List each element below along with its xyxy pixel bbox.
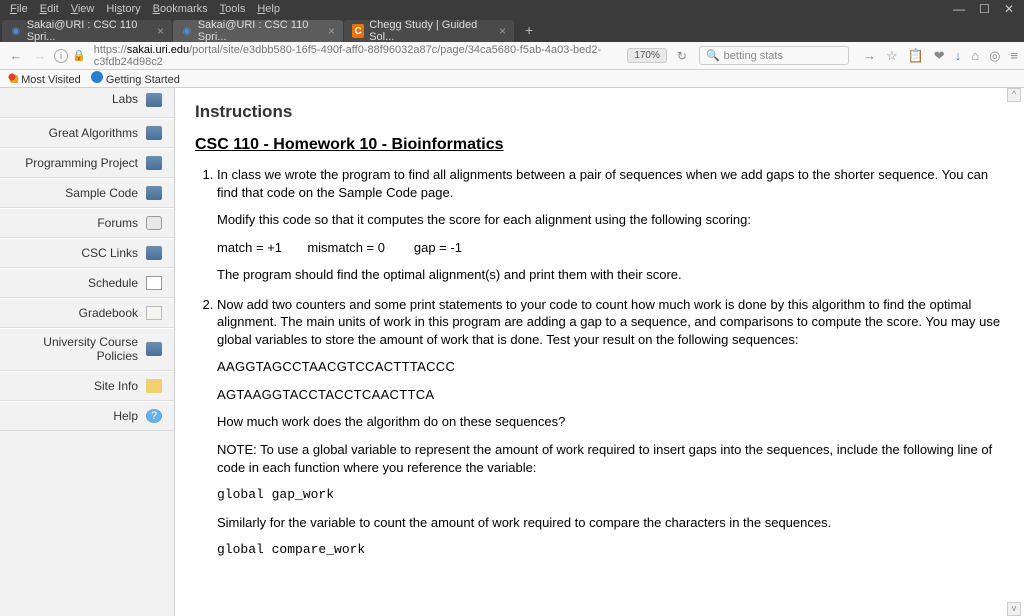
sync-icon[interactable]: ◎ bbox=[989, 48, 1000, 64]
book-icon bbox=[146, 126, 162, 140]
bookmark-star-icon[interactable]: ☆ bbox=[886, 48, 898, 64]
window-minimize-icon[interactable]: — bbox=[953, 2, 965, 16]
instruction-text: The program should find the optimal alig… bbox=[217, 266, 1004, 284]
gradebook-icon bbox=[146, 306, 162, 320]
sequence-1: AAGGTAGCCTAACGTCCACTTTACCC bbox=[217, 358, 1004, 376]
instruction-text: Modify this code so that it computes the… bbox=[217, 211, 1004, 229]
sidebar-item-labs[interactable]: Labs bbox=[0, 88, 174, 118]
sidebar-item-gradebook[interactable]: Gradebook bbox=[0, 298, 174, 328]
search-input[interactable]: 🔍 betting stats bbox=[699, 46, 849, 65]
url-bar: ← → i 🔒 https://sakai.uri.edu/portal/sit… bbox=[0, 42, 1024, 70]
clipboard-icon[interactable]: 📋 bbox=[908, 48, 924, 64]
note-text: NOTE: To use a global variable to repres… bbox=[217, 441, 1004, 476]
tab-label: Sakai@URI : CSC 110 Spri... bbox=[27, 19, 146, 43]
sakai-icon: ◉ bbox=[181, 24, 193, 38]
book-icon bbox=[146, 156, 162, 170]
calendar-icon bbox=[146, 276, 162, 290]
book-icon bbox=[146, 342, 162, 356]
new-tab-button[interactable]: + bbox=[515, 22, 543, 38]
search-icon: 🔍 bbox=[706, 49, 720, 62]
pocket-icon[interactable]: ❤ bbox=[934, 48, 945, 64]
sidebar-item-schedule[interactable]: Schedule bbox=[0, 268, 174, 298]
content-area: ^ v Instructions CSC 110 - Homework 10 -… bbox=[175, 88, 1024, 616]
folder-icon bbox=[146, 379, 162, 393]
bookmarks-toolbar: Most Visited Getting Started bbox=[0, 70, 1024, 88]
sequence-2: AGTAAGGTACCTACCTCAACTTCA bbox=[217, 386, 1004, 404]
tab-sakai-2[interactable]: ◉ Sakai@URI : CSC 110 Spri... × bbox=[173, 20, 343, 42]
back-button[interactable]: ← bbox=[6, 48, 26, 63]
sidebar-item-forums[interactable]: Forums bbox=[0, 208, 174, 238]
sidebar-item-site-info[interactable]: Site Info bbox=[0, 371, 174, 401]
instruction-list: In class we wrote the program to find al… bbox=[195, 166, 1004, 559]
book-icon bbox=[146, 93, 162, 107]
chegg-icon: C bbox=[352, 24, 364, 38]
lock-icon: 🔒 bbox=[72, 49, 86, 62]
book-icon bbox=[146, 246, 162, 260]
menu-view[interactable]: View bbox=[65, 3, 101, 15]
sidebar-item-great-algorithms[interactable]: Great Algorithms bbox=[0, 118, 174, 148]
menu-history[interactable]: History bbox=[100, 3, 146, 15]
tab-label: Chegg Study | Guided Sol... bbox=[369, 19, 488, 43]
instruction-item-1: In class we wrote the program to find al… bbox=[217, 166, 1004, 284]
chat-icon bbox=[146, 216, 162, 230]
sidebar-item-university-policies[interactable]: University Course Policies bbox=[0, 328, 174, 371]
tab-chegg[interactable]: C Chegg Study | Guided Sol... × bbox=[344, 20, 514, 42]
menu-bar: File Edit View History Bookmarks Tools H… bbox=[0, 0, 1024, 18]
window-close-icon[interactable]: ✕ bbox=[1004, 2, 1014, 16]
book-icon bbox=[146, 186, 162, 200]
scoring-values: match = +1 mismatch = 0 gap = -1 bbox=[217, 239, 1004, 257]
question-text: How much work does the algorithm do on t… bbox=[217, 413, 1004, 431]
forward-button[interactable]: → bbox=[30, 48, 50, 63]
self-link-icon[interactable]: → bbox=[863, 48, 876, 63]
sidebar: Labs Great Algorithms Programming Projec… bbox=[0, 88, 175, 616]
tab-close-icon[interactable]: × bbox=[328, 24, 335, 38]
main-area: Labs Great Algorithms Programming Projec… bbox=[0, 88, 1024, 616]
url-input[interactable]: https://sakai.uri.edu/portal/site/e3dbb5… bbox=[90, 44, 624, 68]
menu-bookmarks[interactable]: Bookmarks bbox=[147, 3, 214, 15]
sidebar-item-csc-links[interactable]: CSC Links bbox=[0, 238, 174, 268]
menu-help[interactable]: Help bbox=[251, 3, 286, 15]
downloads-icon[interactable]: ↓ bbox=[955, 48, 962, 63]
home-icon[interactable]: ⌂ bbox=[971, 48, 979, 63]
menu-tools[interactable]: Tools bbox=[214, 3, 252, 15]
tab-close-icon[interactable]: × bbox=[157, 24, 164, 38]
homework-title: CSC 110 - Homework 10 - Bioinformatics bbox=[195, 136, 1004, 154]
code-line-2: global compare_work bbox=[217, 541, 1004, 559]
instructions-heading: Instructions bbox=[195, 102, 1004, 122]
site-info-icon[interactable]: i bbox=[54, 49, 68, 63]
window-maximize-icon[interactable]: ☐ bbox=[979, 2, 990, 16]
menu-icon[interactable]: ≡ bbox=[1010, 48, 1018, 63]
help-icon: ? bbox=[146, 409, 162, 423]
tab-close-icon[interactable]: × bbox=[499, 24, 506, 38]
bookmark-getting-started[interactable]: Getting Started bbox=[91, 71, 180, 86]
sakai-icon: ◉ bbox=[10, 24, 22, 38]
menu-file[interactable]: File bbox=[4, 3, 34, 15]
sidebar-item-sample-code[interactable]: Sample Code bbox=[0, 178, 174, 208]
most-visited-icon bbox=[6, 71, 18, 83]
tab-strip: ◉ Sakai@URI : CSC 110 Spri... × ◉ Sakai@… bbox=[0, 18, 1024, 42]
zoom-level[interactable]: 170% bbox=[627, 48, 667, 63]
scroll-down-button[interactable]: v bbox=[1007, 602, 1021, 616]
instruction-item-2: Now add two counters and some print stat… bbox=[217, 296, 1004, 559]
getting-started-icon bbox=[91, 71, 103, 83]
similar-text: Similarly for the variable to count the … bbox=[217, 514, 1004, 532]
sidebar-item-help[interactable]: Help? bbox=[0, 401, 174, 431]
sidebar-item-programming-project[interactable]: Programming Project bbox=[0, 148, 174, 178]
bookmark-most-visited[interactable]: Most Visited bbox=[6, 71, 81, 86]
code-line-1: global gap_work bbox=[217, 486, 1004, 504]
tab-sakai-1[interactable]: ◉ Sakai@URI : CSC 110 Spri... × bbox=[2, 20, 172, 42]
scroll-up-button[interactable]: ^ bbox=[1007, 88, 1021, 102]
menu-edit[interactable]: Edit bbox=[34, 3, 65, 15]
tab-label: Sakai@URI : CSC 110 Spri... bbox=[198, 19, 317, 43]
reload-button[interactable]: ↻ bbox=[677, 49, 687, 63]
